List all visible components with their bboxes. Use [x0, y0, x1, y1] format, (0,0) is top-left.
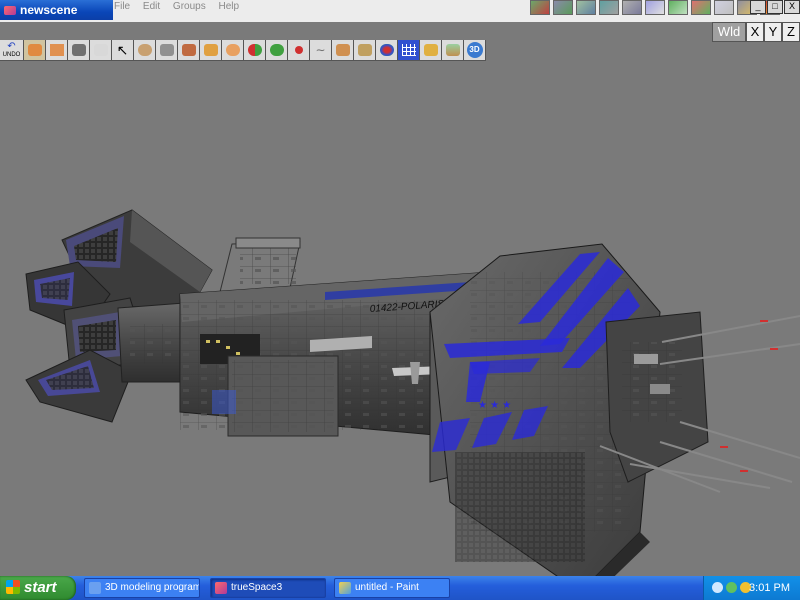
tool-button[interactable]	[354, 40, 376, 61]
window-title[interactable]: newscene	[0, 0, 113, 20]
atoms-icon	[379, 44, 394, 56]
network-icon[interactable]	[726, 582, 737, 593]
up-arrow-icon	[159, 44, 174, 56]
view-3d-icon: 3D	[466, 42, 483, 58]
coordinate-space-button[interactable]: Wld	[712, 22, 746, 42]
rotate-icon	[137, 44, 152, 56]
paint-app-icon	[339, 582, 351, 594]
select-tool-button[interactable]: ↖	[112, 40, 134, 61]
taskbar-item-label: untitled - Paint	[355, 582, 419, 593]
camera-icon	[71, 44, 86, 56]
minimize-button[interactable]: _	[750, 0, 766, 14]
panel-icon[interactable]	[668, 0, 688, 15]
tool-button[interactable]	[266, 40, 288, 61]
panel-icon[interactable]	[576, 0, 596, 15]
landscape-icon	[445, 44, 460, 56]
star-insignia: ★ ★ ★	[478, 400, 511, 411]
axis-y-button[interactable]: Y	[764, 22, 782, 42]
axis-x-button[interactable]: X	[746, 22, 764, 42]
axis-z-button[interactable]: Z	[782, 22, 800, 42]
glue-icon	[27, 44, 42, 56]
restore-button[interactable]: □	[767, 0, 783, 14]
window-title-text: newscene	[20, 3, 78, 17]
title-bar: newscene File Edit Groups Help _ □ X	[0, 0, 800, 22]
brush-icon	[357, 44, 372, 56]
tool-button[interactable]	[332, 40, 354, 61]
taskbar-item-label: trueSpace3	[231, 582, 283, 593]
path-icon: ∼	[315, 43, 326, 57]
tool-button[interactable]	[24, 40, 46, 61]
tool-button[interactable]: ∼	[310, 40, 332, 61]
tool-button[interactable]	[420, 40, 442, 61]
windows-logo-icon	[6, 580, 20, 594]
pin-icon	[294, 46, 303, 54]
tool-button[interactable]	[376, 40, 398, 61]
taskbar-item-label: 3D modeling program...	[105, 582, 200, 593]
tool-button[interactable]	[90, 40, 112, 61]
volume-icon[interactable]	[712, 582, 723, 593]
clock[interactable]: 3:01 PM	[749, 576, 790, 600]
material-sphere-icon	[247, 44, 262, 56]
grid-icon	[401, 44, 416, 56]
paint-icon	[335, 44, 350, 56]
taskbar: start 3D modeling program... trueSpace3 …	[0, 576, 800, 600]
menu-groups[interactable]: Groups	[173, 1, 206, 12]
menu-edit[interactable]: Edit	[143, 1, 160, 12]
panel-icon[interactable]	[530, 0, 550, 15]
arrow-cursor-icon: ↖	[116, 41, 129, 58]
panel-icons	[530, 0, 780, 16]
app-icon	[4, 6, 16, 15]
tool-button[interactable]	[156, 40, 178, 61]
tool-button[interactable]	[288, 40, 310, 61]
tool-button[interactable]	[46, 40, 68, 61]
cube-icon	[49, 44, 64, 56]
undo-icon: ↶	[7, 41, 16, 52]
primitives-icon	[423, 44, 438, 56]
browser-window-icon	[89, 582, 101, 594]
tool-button[interactable]	[222, 40, 244, 61]
view-3d-button[interactable]: 3D	[464, 40, 486, 61]
tool-button[interactable]	[178, 40, 200, 61]
menu-file[interactable]: File	[114, 1, 130, 12]
panel-icon[interactable]	[553, 0, 573, 15]
tool-button[interactable]	[244, 40, 266, 61]
sphere-icon	[225, 44, 240, 56]
spaceship-model: 01422-POLARIS-2372 ★ ★ ★	[25, 209, 800, 598]
box-icon	[181, 44, 196, 56]
taskbar-item-paint[interactable]: untitled - Paint	[334, 578, 450, 598]
tool-button[interactable]	[134, 40, 156, 61]
docking-bay	[605, 311, 709, 483]
panel-icon[interactable]	[622, 0, 642, 15]
grid-button[interactable]	[398, 40, 420, 61]
menu-bar: File Edit Groups Help	[114, 0, 249, 14]
taskbar-item-3d-modeling[interactable]: 3D modeling program...	[84, 578, 200, 598]
metaball-icon	[269, 44, 284, 56]
system-tray: 3:01 PM	[703, 576, 800, 600]
truespace-icon	[215, 582, 227, 594]
undo-button[interactable]: ↶ UNDO	[0, 40, 24, 61]
taskbar-item-truespace[interactable]: trueSpace3	[210, 578, 326, 598]
wedge-icon	[203, 44, 218, 56]
panel-icon[interactable]	[599, 0, 619, 15]
menu-help[interactable]: Help	[219, 1, 240, 12]
axis-selector: Wld X Y Z	[712, 22, 800, 42]
blank-icon	[93, 44, 108, 56]
panel-icon[interactable]	[714, 0, 734, 15]
start-button[interactable]: start	[0, 576, 76, 600]
window-controls: _ □ X	[750, 0, 800, 14]
start-label: start	[24, 579, 57, 596]
bridge-tower	[219, 237, 301, 293]
undo-label: UNDO	[2, 52, 21, 58]
tool-button[interactable]	[68, 40, 90, 61]
tool-button[interactable]	[200, 40, 222, 61]
tool-bar: ↶ UNDO ↖ ∼ 3D	[0, 40, 550, 62]
close-button[interactable]: X	[784, 0, 800, 14]
3d-viewport[interactable]: 01422-POLARIS-2372 ★ ★ ★	[0, 62, 800, 598]
panel-icon[interactable]	[645, 0, 665, 15]
panel-icon[interactable]	[691, 0, 711, 15]
tool-button[interactable]	[442, 40, 464, 61]
